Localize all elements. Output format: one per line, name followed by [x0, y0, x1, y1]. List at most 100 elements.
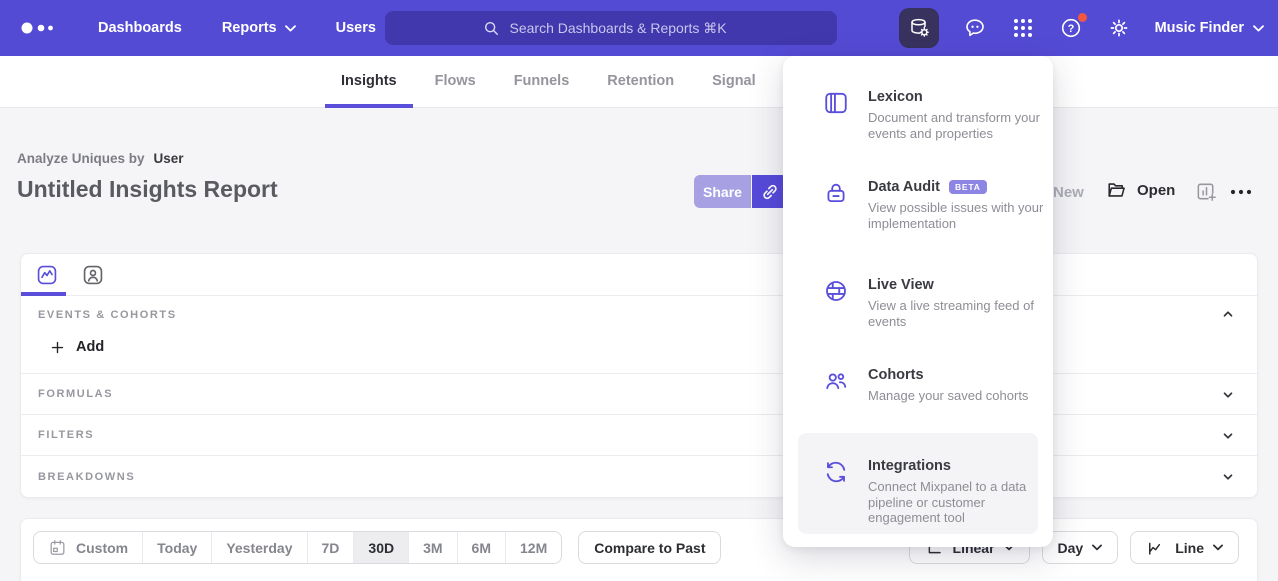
- menu-item-text: Cohorts Manage your saved cohorts: [868, 366, 1046, 404]
- nav-item-label: Users: [336, 20, 376, 36]
- nav-item-reports[interactable]: Reports: [222, 20, 296, 36]
- menu-item-description: Connect Mixpanel to a data pipeline or c…: [868, 479, 1046, 526]
- link-icon: [760, 182, 780, 202]
- feedback-button[interactable]: [963, 16, 987, 40]
- expand-section-button[interactable]: [1221, 470, 1235, 484]
- share-group: Share: [694, 175, 788, 208]
- report-tabs: Insights Flows Funnels Retention Signal …: [325, 56, 856, 108]
- share-button[interactable]: Share: [694, 175, 751, 208]
- analyze-prefix: Analyze Uniques by: [17, 151, 145, 166]
- section-formulas[interactable]: FORMULAS: [21, 374, 1257, 415]
- menu-item-description: Manage your saved cohorts: [868, 388, 1046, 404]
- svg-text:?: ?: [1067, 23, 1074, 35]
- expand-section-button[interactable]: [1221, 388, 1235, 402]
- gear-icon: [1107, 16, 1131, 40]
- date-range-control: Custom Today Yesterday 7D 30D 3M 6M 12M: [33, 531, 562, 564]
- integrations-sync-icon: [823, 459, 849, 485]
- menu-item-title: Cohorts: [868, 366, 924, 384]
- top-nav: Dashboards Reports Users: [0, 0, 1278, 56]
- chevron-down-icon: [285, 25, 296, 32]
- project-switcher[interactable]: Music Finder: [1155, 20, 1264, 36]
- chart-type-dropdown[interactable]: Line: [1130, 531, 1239, 564]
- help-button[interactable]: ?: [1059, 16, 1083, 40]
- collapse-section-button[interactable]: [1221, 307, 1235, 321]
- nav-item-label: Dashboards: [98, 20, 182, 36]
- settings-button[interactable]: [1107, 16, 1131, 40]
- interval-label: Day: [1058, 540, 1084, 556]
- compare-to-past-button[interactable]: Compare to Past: [578, 531, 721, 564]
- menu-item-title: Integrations: [868, 457, 951, 475]
- range-7d[interactable]: 7D: [307, 532, 354, 563]
- mixpanel-logo-icon[interactable]: [20, 18, 64, 38]
- range-custom[interactable]: Custom: [34, 532, 142, 563]
- chart-card: Custom Today Yesterday 7D 30D 3M 6M 12M …: [20, 518, 1258, 581]
- expand-section-button[interactable]: [1221, 429, 1235, 443]
- nav-item-users[interactable]: Users: [336, 20, 376, 36]
- tab-funnels[interactable]: Funnels: [498, 56, 586, 108]
- section-label: FORMULAS: [38, 388, 113, 400]
- chevron-down-icon: [1213, 544, 1223, 551]
- section-label: FILTERS: [38, 429, 94, 441]
- tab-flows[interactable]: Flows: [419, 56, 492, 108]
- more-dots-icon: [1229, 184, 1253, 200]
- events-mode-tab[interactable]: [36, 264, 58, 286]
- section-filters[interactable]: FILTERS: [21, 415, 1257, 456]
- menu-item-text: Lexicon Document and transform your even…: [868, 88, 1046, 141]
- add-to-dashboard-button[interactable]: [1195, 180, 1218, 203]
- range-3m[interactable]: 3M: [408, 532, 456, 563]
- menu-item-description: View possible issues with your implement…: [868, 200, 1046, 231]
- nav-item-dashboards[interactable]: Dashboards: [98, 20, 182, 36]
- menu-item-cohorts[interactable]: Cohorts Manage your saved cohorts: [783, 366, 1053, 404]
- main-area: Analyze Uniques by User Untitled Insight…: [0, 108, 1278, 581]
- more-options-button[interactable]: [1229, 184, 1253, 200]
- data-audit-lock-icon: [823, 180, 849, 206]
- range-yesterday[interactable]: Yesterday: [211, 532, 306, 563]
- chevron-down-icon: [1253, 25, 1264, 32]
- database-gear-icon: [907, 16, 931, 40]
- tab-signal[interactable]: Signal: [696, 56, 772, 108]
- insights-chart-icon: [36, 264, 58, 286]
- range-30d[interactable]: 30D: [353, 532, 408, 563]
- menu-item-live-view[interactable]: Live View View a live streaming feed of …: [783, 276, 1053, 329]
- apps-grid-button[interactable]: [1011, 16, 1035, 40]
- section-breakdowns[interactable]: BREAKDOWNS: [21, 456, 1257, 498]
- menu-item-description: Document and transform your events and p…: [868, 110, 1046, 141]
- data-management-button[interactable]: [899, 8, 939, 48]
- chevron-down-icon: [1221, 429, 1235, 443]
- tab-retention[interactable]: Retention: [591, 56, 690, 108]
- search-input[interactable]: [510, 20, 742, 36]
- open-report-button[interactable]: Open: [1106, 179, 1175, 201]
- nav-right: ? Music Finder: [899, 0, 1264, 56]
- date-toolbar: Custom Today Yesterday 7D 30D 3M 6M 12M …: [33, 531, 721, 564]
- nav-links: Dashboards Reports Users: [98, 20, 376, 36]
- range-today[interactable]: Today: [142, 532, 211, 563]
- menu-item-title: Lexicon: [868, 88, 923, 106]
- chevron-down-icon: [1221, 388, 1235, 402]
- menu-item-text: Live View View a live streaming feed of …: [868, 276, 1046, 329]
- range-6m[interactable]: 6M: [457, 532, 505, 563]
- chart-type-label: Line: [1175, 540, 1204, 556]
- menu-item-data-audit[interactable]: Data Audit BETA View possible issues wit…: [783, 178, 1053, 231]
- cohorts-people-icon: [823, 368, 849, 394]
- menu-item-text: Data Audit BETA View possible issues wit…: [868, 178, 1046, 231]
- menu-item-lexicon[interactable]: Lexicon Document and transform your even…: [783, 88, 1053, 141]
- report-title[interactable]: Untitled Insights Report: [17, 176, 278, 203]
- data-management-menu: Lexicon Document and transform your even…: [783, 56, 1053, 547]
- add-event-button[interactable]: Add: [50, 339, 104, 355]
- menu-item-integrations[interactable]: Integrations Connect Mixpanel to a data …: [783, 457, 1053, 526]
- menu-item-description: View a live streaming feed of events: [868, 298, 1046, 329]
- tab-insights[interactable]: Insights: [325, 56, 413, 108]
- app-root: Dashboards Reports Users: [0, 0, 1278, 581]
- range-12m[interactable]: 12M: [505, 532, 561, 563]
- profiles-mode-tab[interactable]: [82, 264, 104, 286]
- section-label: EVENTS & COHORTS: [38, 309, 177, 321]
- live-view-globe-icon: [823, 278, 849, 304]
- open-label: Open: [1137, 182, 1175, 199]
- builder-mode-tabs: [21, 254, 1257, 296]
- calendar-icon: [48, 538, 67, 557]
- global-search[interactable]: [385, 11, 837, 45]
- add-label: Add: [76, 339, 104, 355]
- analyze-entity-selector[interactable]: User: [154, 151, 184, 166]
- interval-dropdown[interactable]: Day: [1042, 531, 1119, 564]
- new-report-button[interactable]: New: [1053, 184, 1084, 201]
